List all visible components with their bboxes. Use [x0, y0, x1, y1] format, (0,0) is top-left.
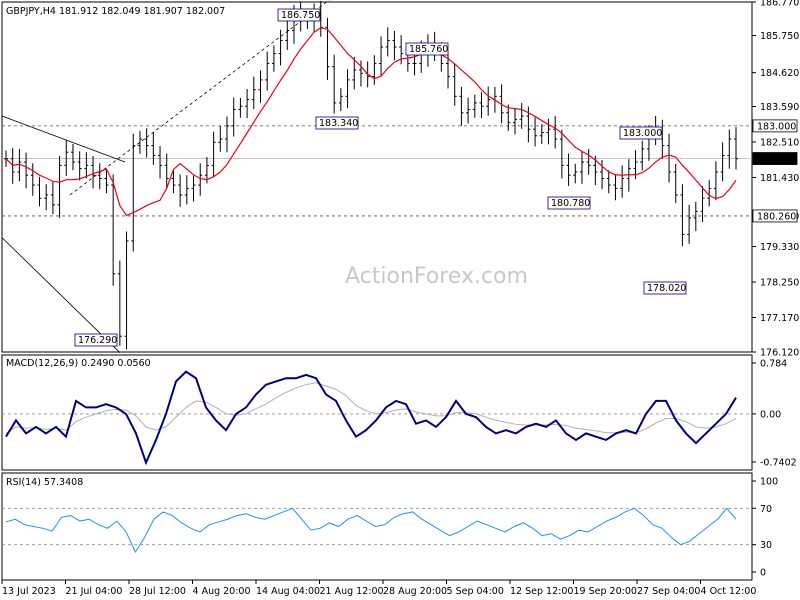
price-axis-label: 176.120: [760, 348, 799, 359]
price-axis-label: 178.250: [760, 278, 799, 289]
rsi-title: RSI(14) 57.3408: [6, 477, 83, 488]
price-axis-label: 177.170: [760, 313, 799, 324]
moving-average-line: [5, 27, 737, 217]
x-axis-label: 27 Sep 04:00: [637, 586, 700, 597]
macd-axis-label: 0.784: [760, 359, 787, 370]
macd-axis-label: -0.7402: [760, 458, 797, 469]
x-axis-label: 21 Aug 12:00: [320, 586, 384, 597]
axis-price-box-label: 180.260: [757, 211, 796, 222]
x-axis-label: 14 Aug 04:00: [256, 586, 320, 597]
symbol-header: GBPJPY,H4 181.912 182.049 181.907 182.00…: [6, 6, 225, 17]
watermark-text: ActionForex.com: [345, 264, 528, 289]
rsi-axis-label: 100: [760, 477, 778, 488]
price-panel-frame: [1, 1, 753, 353]
x-axis-label: 4 Oct 12:00: [701, 586, 757, 597]
price-annotation-label: 183.340: [319, 118, 358, 129]
price-annotation-label: 180.780: [551, 198, 590, 209]
x-axis-label: 28 Jul 12:00: [129, 586, 186, 597]
channel-line-upper: [1, 115, 126, 163]
price-axis-label: 182.510: [760, 138, 799, 149]
price-axis-label: 181.430: [760, 173, 799, 184]
price-annotation-label: 178.020: [647, 283, 686, 294]
macd-line: [5, 370, 737, 466]
axis-price-box-label: 183.000: [757, 121, 796, 132]
price-annotation-label: 185.760: [409, 44, 448, 55]
x-axis-label: 5 Sep 04:00: [447, 586, 504, 597]
rsi-axis-label: 70: [760, 504, 772, 515]
rsi-axis-label: 0: [760, 568, 766, 579]
x-axis-label: 4 Aug 20:00: [193, 586, 251, 597]
price-annotation-label: 183.000: [623, 128, 662, 139]
price-axis-label: 186.770: [760, 0, 799, 9]
x-axis-label: 12 Sep 12:00: [510, 586, 573, 597]
price-axis-label: 184.620: [760, 68, 799, 79]
macd-title: MACD(12,26,9) 0.2490 0.0560: [6, 358, 151, 369]
x-axis-label: 28 Aug 20:00: [383, 586, 447, 597]
axis-price-box-label: 182.007: [757, 154, 796, 165]
rsi-line: [5, 507, 737, 554]
price-annotation-label: 176.290: [78, 335, 117, 346]
x-axis-label: 13 Jul 2023: [2, 586, 56, 597]
macd-axis-label: 0.00: [760, 409, 781, 420]
price-axis-label: 185.750: [760, 31, 799, 42]
price-axis-label: 179.330: [760, 242, 799, 253]
x-axis-label: 19 Sep 20:00: [574, 586, 637, 597]
rsi-axis-label: 30: [760, 540, 772, 551]
macd-panel-frame: [1, 354, 753, 471]
price-annotation-label: 186.750: [281, 10, 320, 21]
x-axis-label: 21 Jul 04:00: [66, 586, 123, 597]
gbpjpy-h4-chart: ActionForex.com 186.770 185.750 184.620 183.…: [1, 0, 799, 597]
price-axis-label: 183.590: [760, 102, 799, 113]
